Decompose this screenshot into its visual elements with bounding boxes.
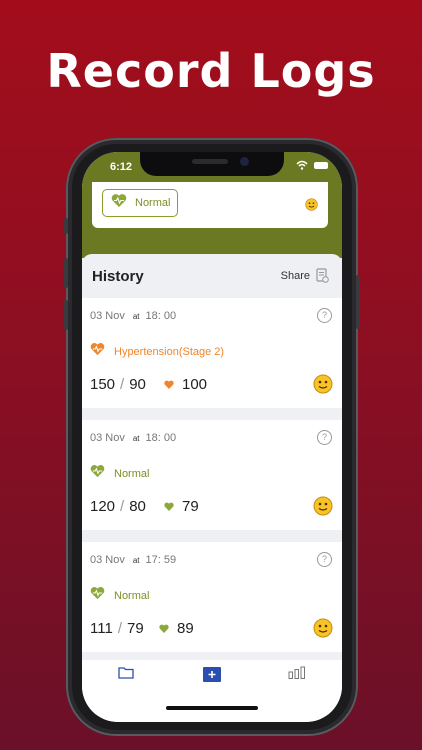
bottom-tab-bar	[82, 660, 342, 722]
history-entry[interactable]: 03 Nov at 18: 00 ? Normal 120/80 79	[82, 420, 342, 530]
history-title: History	[92, 268, 144, 285]
share-button[interactable]: Share	[281, 270, 310, 282]
status-time: 6:12	[110, 161, 133, 173]
entry-status-label: Normal	[114, 467, 150, 480]
heart-pulse-icon	[90, 586, 105, 605]
smiley-face-icon	[313, 496, 333, 521]
front-camera	[240, 157, 249, 166]
status-chip-label: Normal	[135, 197, 171, 209]
pulse-value: 79	[182, 498, 199, 515]
heart-icon	[164, 498, 174, 515]
systolic-value: 150	[90, 376, 116, 393]
entry-status: Hypertension(Stage 2)	[90, 342, 224, 361]
camera-notch	[140, 152, 284, 176]
entry-time: 17: 59	[145, 554, 177, 566]
history-entry[interactable]: 03 Nov at 18: 00 ? Hypertension(Stage 2) 1…	[82, 298, 342, 408]
entry-datetime: 03 Nov at 17: 59	[90, 554, 176, 566]
power-button	[356, 275, 360, 329]
entry-at-label: at	[132, 312, 140, 321]
mute-switch	[64, 218, 68, 234]
entry-at-label: at	[132, 556, 140, 565]
status-chip[interactable]: Normal	[102, 189, 178, 217]
volume-up-button	[64, 258, 68, 288]
reading-separator: /	[120, 376, 125, 393]
pulse-reading: 89	[159, 620, 194, 637]
volume-down-button	[64, 300, 68, 330]
reading-separator: /	[120, 498, 125, 515]
battery-icon	[314, 162, 328, 169]
wifi-icon	[296, 160, 308, 173]
entry-status-label: Normal	[114, 589, 150, 602]
latest-status-card[interactable]: Normal	[92, 182, 328, 228]
blood-pressure-reading: 150/90	[90, 376, 146, 393]
blood-pressure-reading: 111/79	[90, 620, 144, 637]
entry-status-label: Hypertension(Stage 2)	[114, 345, 225, 358]
entry-date: 03 Nov	[90, 310, 125, 322]
entry-date: 03 Nov	[90, 554, 125, 566]
pulse-reading: 79	[164, 498, 199, 515]
share-document-icon[interactable]	[316, 268, 329, 288]
app-screen: 6:12 Normal History Share 03 Nov at 18: 00	[82, 152, 342, 722]
entry-at-label: at	[132, 434, 140, 443]
history-entry[interactable]: 03 Nov at 17: 59 ? Normal 111/79 89	[82, 542, 342, 652]
reading-separator: /	[117, 620, 122, 637]
headline: Record Logs	[46, 44, 376, 98]
pulse-reading: 100	[164, 376, 207, 393]
smiley-face-icon	[305, 198, 318, 216]
heart-pulse-icon	[90, 342, 105, 361]
smiley-face-icon	[313, 618, 333, 643]
bar-chart-icon[interactable]	[288, 666, 306, 684]
history-header: History Share	[82, 254, 342, 298]
diastolic-value: 80	[129, 498, 146, 515]
diastolic-value: 79	[126, 620, 144, 637]
entry-status: Normal	[90, 586, 149, 605]
entry-time: 18: 00	[145, 432, 177, 444]
smiley-face-icon	[313, 374, 333, 399]
pulse-value: 89	[177, 620, 194, 637]
speaker-grille	[192, 159, 228, 164]
entry-date: 03 Nov	[90, 432, 125, 444]
heart-icon	[159, 620, 169, 637]
pulse-value: 100	[182, 376, 208, 393]
blood-pressure-reading: 120/80	[90, 498, 146, 515]
add-icon[interactable]	[203, 667, 221, 687]
entry-time: 18: 00	[145, 310, 177, 322]
heart-pulse-icon	[111, 193, 127, 213]
heart-pulse-icon	[90, 464, 105, 483]
heart-icon	[164, 376, 174, 393]
home-indicator[interactable]	[166, 706, 258, 710]
help-icon[interactable]: ?	[317, 552, 332, 567]
systolic-value: 120	[90, 498, 116, 515]
entry-datetime: 03 Nov at 18: 00	[90, 432, 176, 444]
help-icon[interactable]: ?	[317, 308, 332, 323]
entry-datetime: 03 Nov at 18: 00	[90, 310, 176, 322]
entry-status: Normal	[90, 464, 149, 483]
help-icon[interactable]: ?	[317, 430, 332, 445]
diastolic-value: 90	[129, 376, 146, 393]
systolic-value: 111	[90, 620, 113, 637]
folder-icon[interactable]	[118, 666, 134, 684]
